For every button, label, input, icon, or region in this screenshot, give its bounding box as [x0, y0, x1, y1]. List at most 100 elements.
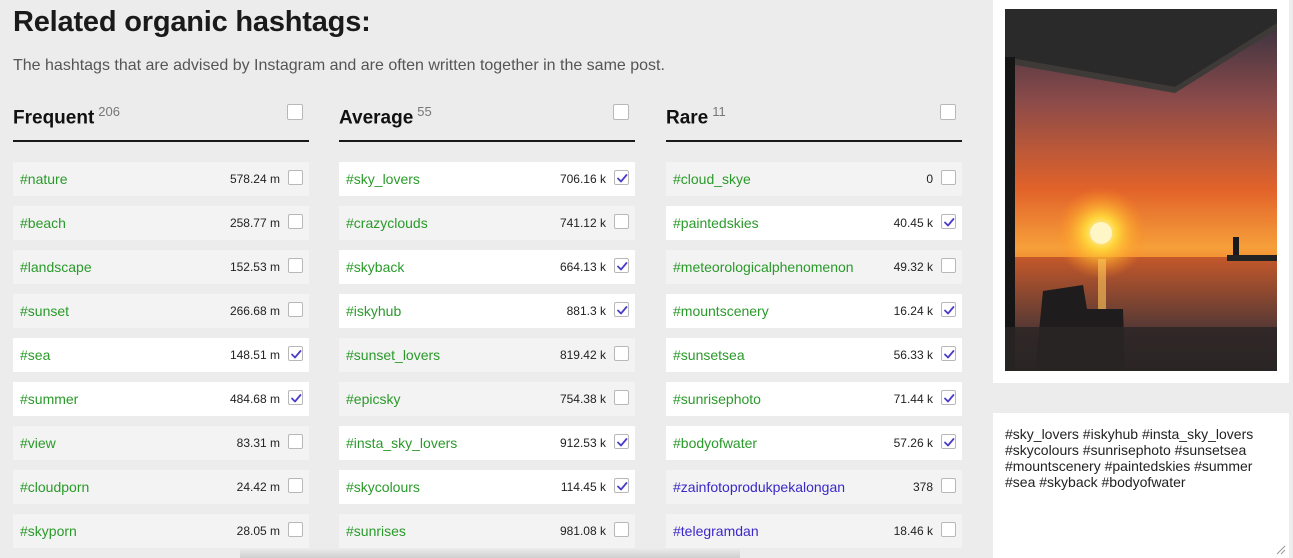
hashtag-list: #cloud_skye 0 #paintedskies 40.45 k #meteoro… [666, 162, 962, 548]
post-count: 18.46 k [893, 524, 933, 538]
post-count: 258.77 m [229, 216, 280, 230]
hashtag-checkbox[interactable] [614, 302, 629, 317]
hashtag-checkbox[interactable] [614, 258, 629, 273]
hashtag-link[interactable]: #paintedskies [673, 215, 759, 231]
hashtag-link[interactable]: #sunsetsea [673, 347, 745, 363]
hashtag-link[interactable]: #sunrisephoto [673, 391, 761, 407]
post-count: 741.12 k [559, 216, 606, 230]
hashtag-link[interactable]: #skycolours [346, 479, 420, 495]
post-photo-card [993, 0, 1289, 383]
hashtag-link[interactable]: #nature [20, 171, 67, 187]
post-count: 881.3 k [566, 304, 606, 318]
hashtag-checkbox[interactable] [941, 258, 956, 273]
hashtag-link[interactable]: #skyback [346, 259, 404, 275]
hashtag-link[interactable]: #sea [20, 347, 50, 363]
hashtag-checkbox[interactable] [288, 390, 303, 405]
hashtag-link[interactable]: #landscape [20, 259, 92, 275]
hashtag-checkbox[interactable] [614, 346, 629, 361]
hashtag-link[interactable]: #zainfotoprodukpekalongan [673, 479, 845, 495]
selected-hashtags-text: #sky_lovers #iskyhub #insta_sky_lovers #… [1005, 426, 1254, 490]
hashtag-link[interactable]: #epicsky [346, 391, 400, 407]
hashtag-link[interactable]: #sky_lovers [346, 171, 420, 187]
hashtag-checkbox[interactable] [288, 478, 303, 493]
hashtag-row: #beach 258.77 m [13, 206, 309, 240]
hashtag-row: #cloudporn 24.42 m [13, 470, 309, 504]
post-count: 49.32 k [893, 260, 933, 274]
hashtag-checkbox[interactable] [941, 346, 956, 361]
select-all-checkbox[interactable] [940, 104, 956, 120]
hashtag-checkbox[interactable] [941, 390, 956, 405]
hashtag-link[interactable]: #mountscenery [673, 303, 769, 319]
post-count: 706.16 k [559, 172, 606, 186]
hashtag-link[interactable]: #telegramdan [673, 523, 759, 539]
hashtag-link[interactable]: #cloud_skye [673, 171, 751, 187]
check-icon [944, 218, 955, 227]
hashtag-checkbox[interactable] [288, 258, 303, 273]
hashtag-checkbox[interactable] [941, 302, 956, 317]
selected-hashtags-textarea[interactable]: #sky_lovers #iskyhub #insta_sky_lovers #… [993, 413, 1289, 558]
post-count: 71.44 k [893, 392, 933, 406]
select-all-checkbox[interactable] [287, 104, 303, 120]
hashtag-link[interactable]: #view [20, 435, 56, 451]
hashtag-checkbox[interactable] [288, 346, 303, 361]
post-count: 912.53 k [559, 436, 606, 450]
hashtag-checkbox[interactable] [614, 434, 629, 449]
hashtag-link[interactable]: #bodyofwater [673, 435, 757, 451]
hashtag-link[interactable]: #iskyhub [346, 303, 401, 319]
hashtag-checkbox[interactable] [614, 390, 629, 405]
column-title: Average 55 [339, 104, 432, 129]
hashtag-row: #meteorologicalphenomenon 49.32 k [666, 250, 962, 284]
hashtag-link[interactable]: #summer [20, 391, 78, 407]
column-header: Frequent 206 [13, 96, 309, 142]
hashtag-checkbox[interactable] [614, 214, 629, 229]
hashtag-row: #sunrisephoto 71.44 k [666, 382, 962, 416]
hashtag-checkbox[interactable] [614, 478, 629, 493]
column-header: Average 55 [339, 96, 635, 142]
post-count: 152.53 m [229, 260, 280, 274]
check-icon [617, 174, 628, 183]
hashtag-link[interactable]: #sunrises [346, 523, 406, 539]
hashtag-checkbox[interactable] [941, 170, 956, 185]
hashtag-row: #sea 148.51 m [13, 338, 309, 372]
column-title-label: Frequent [13, 107, 95, 129]
column-count: 206 [98, 104, 120, 119]
hashtag-checkbox[interactable] [941, 478, 956, 493]
hashtag-link[interactable]: #meteorologicalphenomenon [673, 259, 854, 275]
post-count: 0 [926, 172, 933, 186]
hashtag-checkbox[interactable] [288, 302, 303, 317]
post-count: 981.08 k [559, 524, 606, 538]
hashtag-row: #sunrises 981.08 k [339, 514, 635, 548]
check-icon [944, 306, 955, 315]
resize-handle-icon[interactable] [1276, 545, 1286, 555]
hashtag-checkbox[interactable] [614, 522, 629, 537]
check-icon [617, 262, 628, 271]
hashtag-checkbox[interactable] [941, 434, 956, 449]
column-count: 55 [417, 104, 432, 119]
column-rare: Rare 11 #cloud_skye 0 #paintedskies 40.45 k #… [666, 96, 962, 558]
hashtag-checkbox[interactable] [941, 214, 956, 229]
post-count: 83.31 m [236, 436, 280, 450]
hashtag-link[interactable]: #cloudporn [20, 479, 89, 495]
hashtag-row: #skycolours 114.45 k [339, 470, 635, 504]
post-count: 484.68 m [229, 392, 280, 406]
hashtag-link[interactable]: #insta_sky_lovers [346, 435, 457, 451]
hashtag-link[interactable]: #skyporn [20, 523, 77, 539]
hashtag-checkbox[interactable] [614, 170, 629, 185]
select-all-checkbox[interactable] [613, 104, 629, 120]
hashtag-link[interactable]: #sunset [20, 303, 69, 319]
hashtag-checkbox[interactable] [288, 522, 303, 537]
hashtag-checkbox[interactable] [288, 214, 303, 229]
hashtag-list: #sky_lovers 706.16 k #crazyclouds 741.12 k #… [339, 162, 635, 548]
column-title-label: Rare [666, 107, 709, 129]
hashtag-checkbox[interactable] [288, 170, 303, 185]
hashtag-link[interactable]: #sunset_lovers [346, 347, 440, 363]
column-title-label: Average [339, 107, 414, 129]
hashtag-link[interactable]: #crazyclouds [346, 215, 428, 231]
hashtag-checkbox[interactable] [288, 434, 303, 449]
check-icon [291, 350, 302, 359]
hashtag-checkbox[interactable] [941, 522, 956, 537]
column-count: 11 [712, 104, 726, 119]
hashtag-row: #view 83.31 m [13, 426, 309, 460]
hashtag-row: #sunset 266.68 m [13, 294, 309, 328]
hashtag-link[interactable]: #beach [20, 215, 66, 231]
